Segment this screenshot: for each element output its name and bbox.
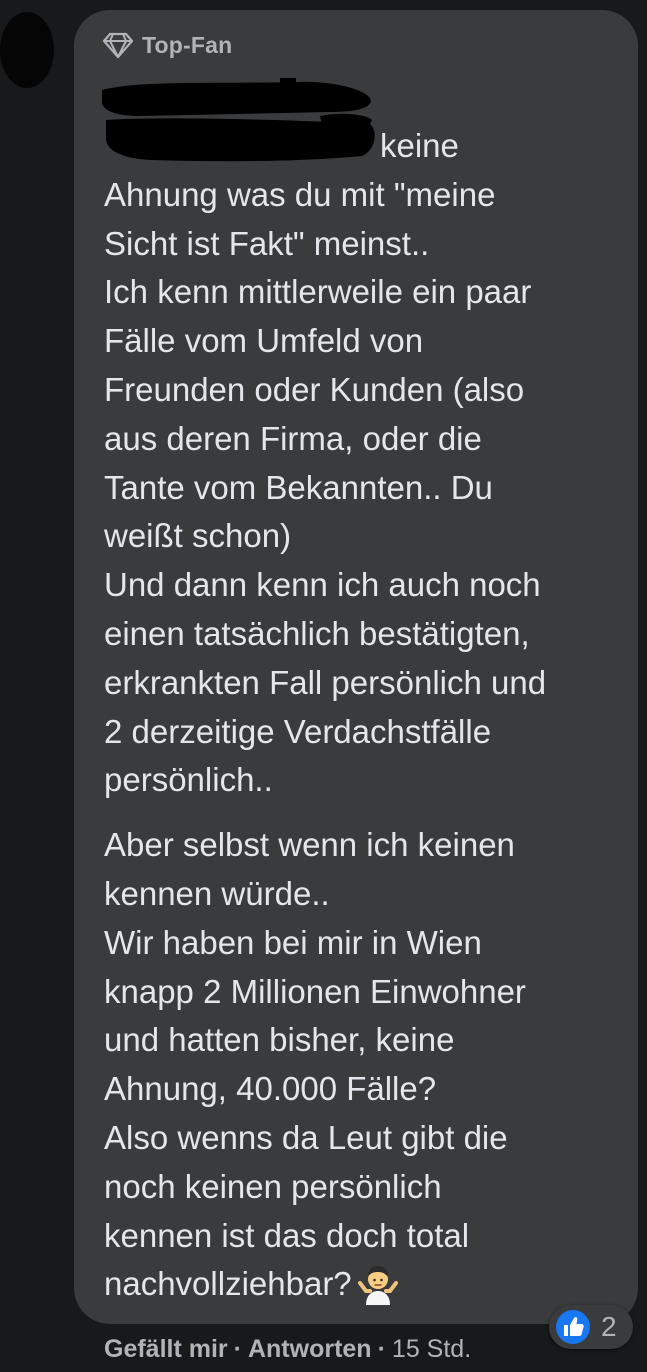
comment-line: Aber selbst wenn ich keinen	[104, 821, 624, 870]
separator: ·	[233, 1334, 242, 1363]
comment-line: Also wenns da Leut gibt die	[104, 1114, 624, 1163]
comment-line-text: Und dann kenn ich auch noch	[104, 566, 541, 604]
comment-line-text: Freunden oder Kunden (also	[104, 370, 525, 408]
comment-line: kennen würde..	[104, 870, 624, 919]
comment-line: weißt schon)	[104, 512, 624, 561]
comment-line: Wir haben bei mir in Wien	[104, 919, 624, 968]
comment-line: knapp 2 Millionen Einwohner	[104, 968, 624, 1017]
comment-paragraph: Aber selbst wenn ich keinen kennen würde.…	[104, 821, 624, 1309]
comment-line: keine	[104, 122, 624, 171]
comment-line-text: Ahnung, 40.000 Fälle?	[104, 1070, 437, 1108]
timestamp[interactable]: 15 Std.	[392, 1335, 471, 1364]
comment-line: erkrankten Fall persönlich und	[104, 659, 624, 708]
like-icon	[554, 1308, 592, 1346]
comment-line: persönlich..	[104, 756, 624, 805]
comment-line: Und dann kenn ich auch noch	[104, 561, 624, 610]
comment-line-text: 2 derzeitige Verdachstfälle	[104, 712, 492, 750]
comment-line-text: erkrankten Fall persönlich und	[104, 663, 547, 701]
comment-line-text: nachvollziehbar?	[104, 1265, 352, 1303]
comment-line-text: noch keinen persönlich	[104, 1167, 442, 1205]
comment-line-text: Ahnung was du mit "meine	[104, 175, 496, 213]
comment-bubble: Top-Fan keine Ahnung was du mit "meine Sic…	[74, 10, 638, 1324]
comment-line-text: Tante vom Bekannten.. Du	[104, 468, 493, 506]
comment-actions: Gefällt mir · Antworten · 15 Std.	[104, 1332, 471, 1366]
comment-line-text: Ich kenn mittlerweile ein paar	[104, 273, 532, 311]
comment-line: Ich kenn mittlerweile ein paar	[104, 268, 624, 317]
diamond-icon	[102, 32, 134, 59]
comment-line: Freunden oder Kunden (also	[104, 366, 624, 415]
comment-line-text: kennen ist das doch total	[104, 1216, 470, 1254]
comment-paragraph: keine Ahnung was du mit "meine Sicht ist F…	[104, 122, 624, 805]
comment-line-text: und hatten bisher, keine	[104, 1021, 455, 1059]
like-button[interactable]: Gefällt mir	[104, 1335, 228, 1364]
reply-button[interactable]: Antworten	[248, 1335, 372, 1364]
comment-line-text: Also wenns da Leut gibt die	[104, 1118, 508, 1156]
comment-line-text: Wir haben bei mir in Wien	[104, 923, 482, 961]
avatar-redacted[interactable]	[0, 12, 54, 88]
comment-line: kennen ist das doch total	[104, 1212, 624, 1261]
comment-line: aus deren Firma, oder die	[104, 415, 624, 464]
comment-line-text: einen tatsächlich bestätigten,	[104, 614, 530, 652]
reaction-count: 2	[601, 1311, 617, 1342]
comment-line-text: kennen würde..	[104, 874, 330, 912]
comment-line-text: knapp 2 Millionen Einwohner	[104, 972, 526, 1010]
comment-line: und hatten bisher, keine	[104, 1016, 624, 1065]
comment-line-text: Aber selbst wenn ich keinen	[104, 826, 515, 864]
comment-line: noch keinen persönlich	[104, 1163, 624, 1212]
comment-line: Ahnung, 40.000 Fälle?	[104, 1065, 624, 1114]
separator: ·	[377, 1334, 386, 1363]
comment-line-text: keine	[380, 127, 459, 164]
comment-line-text: Fälle vom Umfeld von	[104, 322, 424, 360]
comment-line: Fälle vom Umfeld von	[104, 317, 624, 366]
comment-line-text: aus deren Firma, oder die	[104, 419, 482, 457]
person-shrugging-emoji	[357, 1266, 398, 1306]
comment-line-text: Sicht ist Fakt" meinst..	[104, 224, 430, 262]
comment-line: 2 derzeitige Verdachstfälle	[104, 708, 624, 757]
top-fan-badge[interactable]: Top-Fan	[102, 30, 232, 60]
comment-line: Ahnung was du mit "meine	[104, 171, 624, 220]
badge-label: Top-Fan	[142, 31, 233, 58]
comment-body: keine Ahnung was du mit "meine Sicht ist F…	[104, 122, 624, 1309]
comment-line-text: weißt schon)	[104, 517, 292, 555]
comment-line: Tante vom Bekannten.. Du	[104, 464, 624, 513]
comment-line-text: persönlich..	[104, 761, 273, 799]
comment-line: einen tatsächlich bestätigten,	[104, 610, 624, 659]
comment-line: nachvollziehbar?	[104, 1260, 624, 1309]
reaction-summary[interactable]: 2	[549, 1305, 633, 1349]
comment-line: Sicht ist Fakt" meinst..	[104, 220, 624, 269]
